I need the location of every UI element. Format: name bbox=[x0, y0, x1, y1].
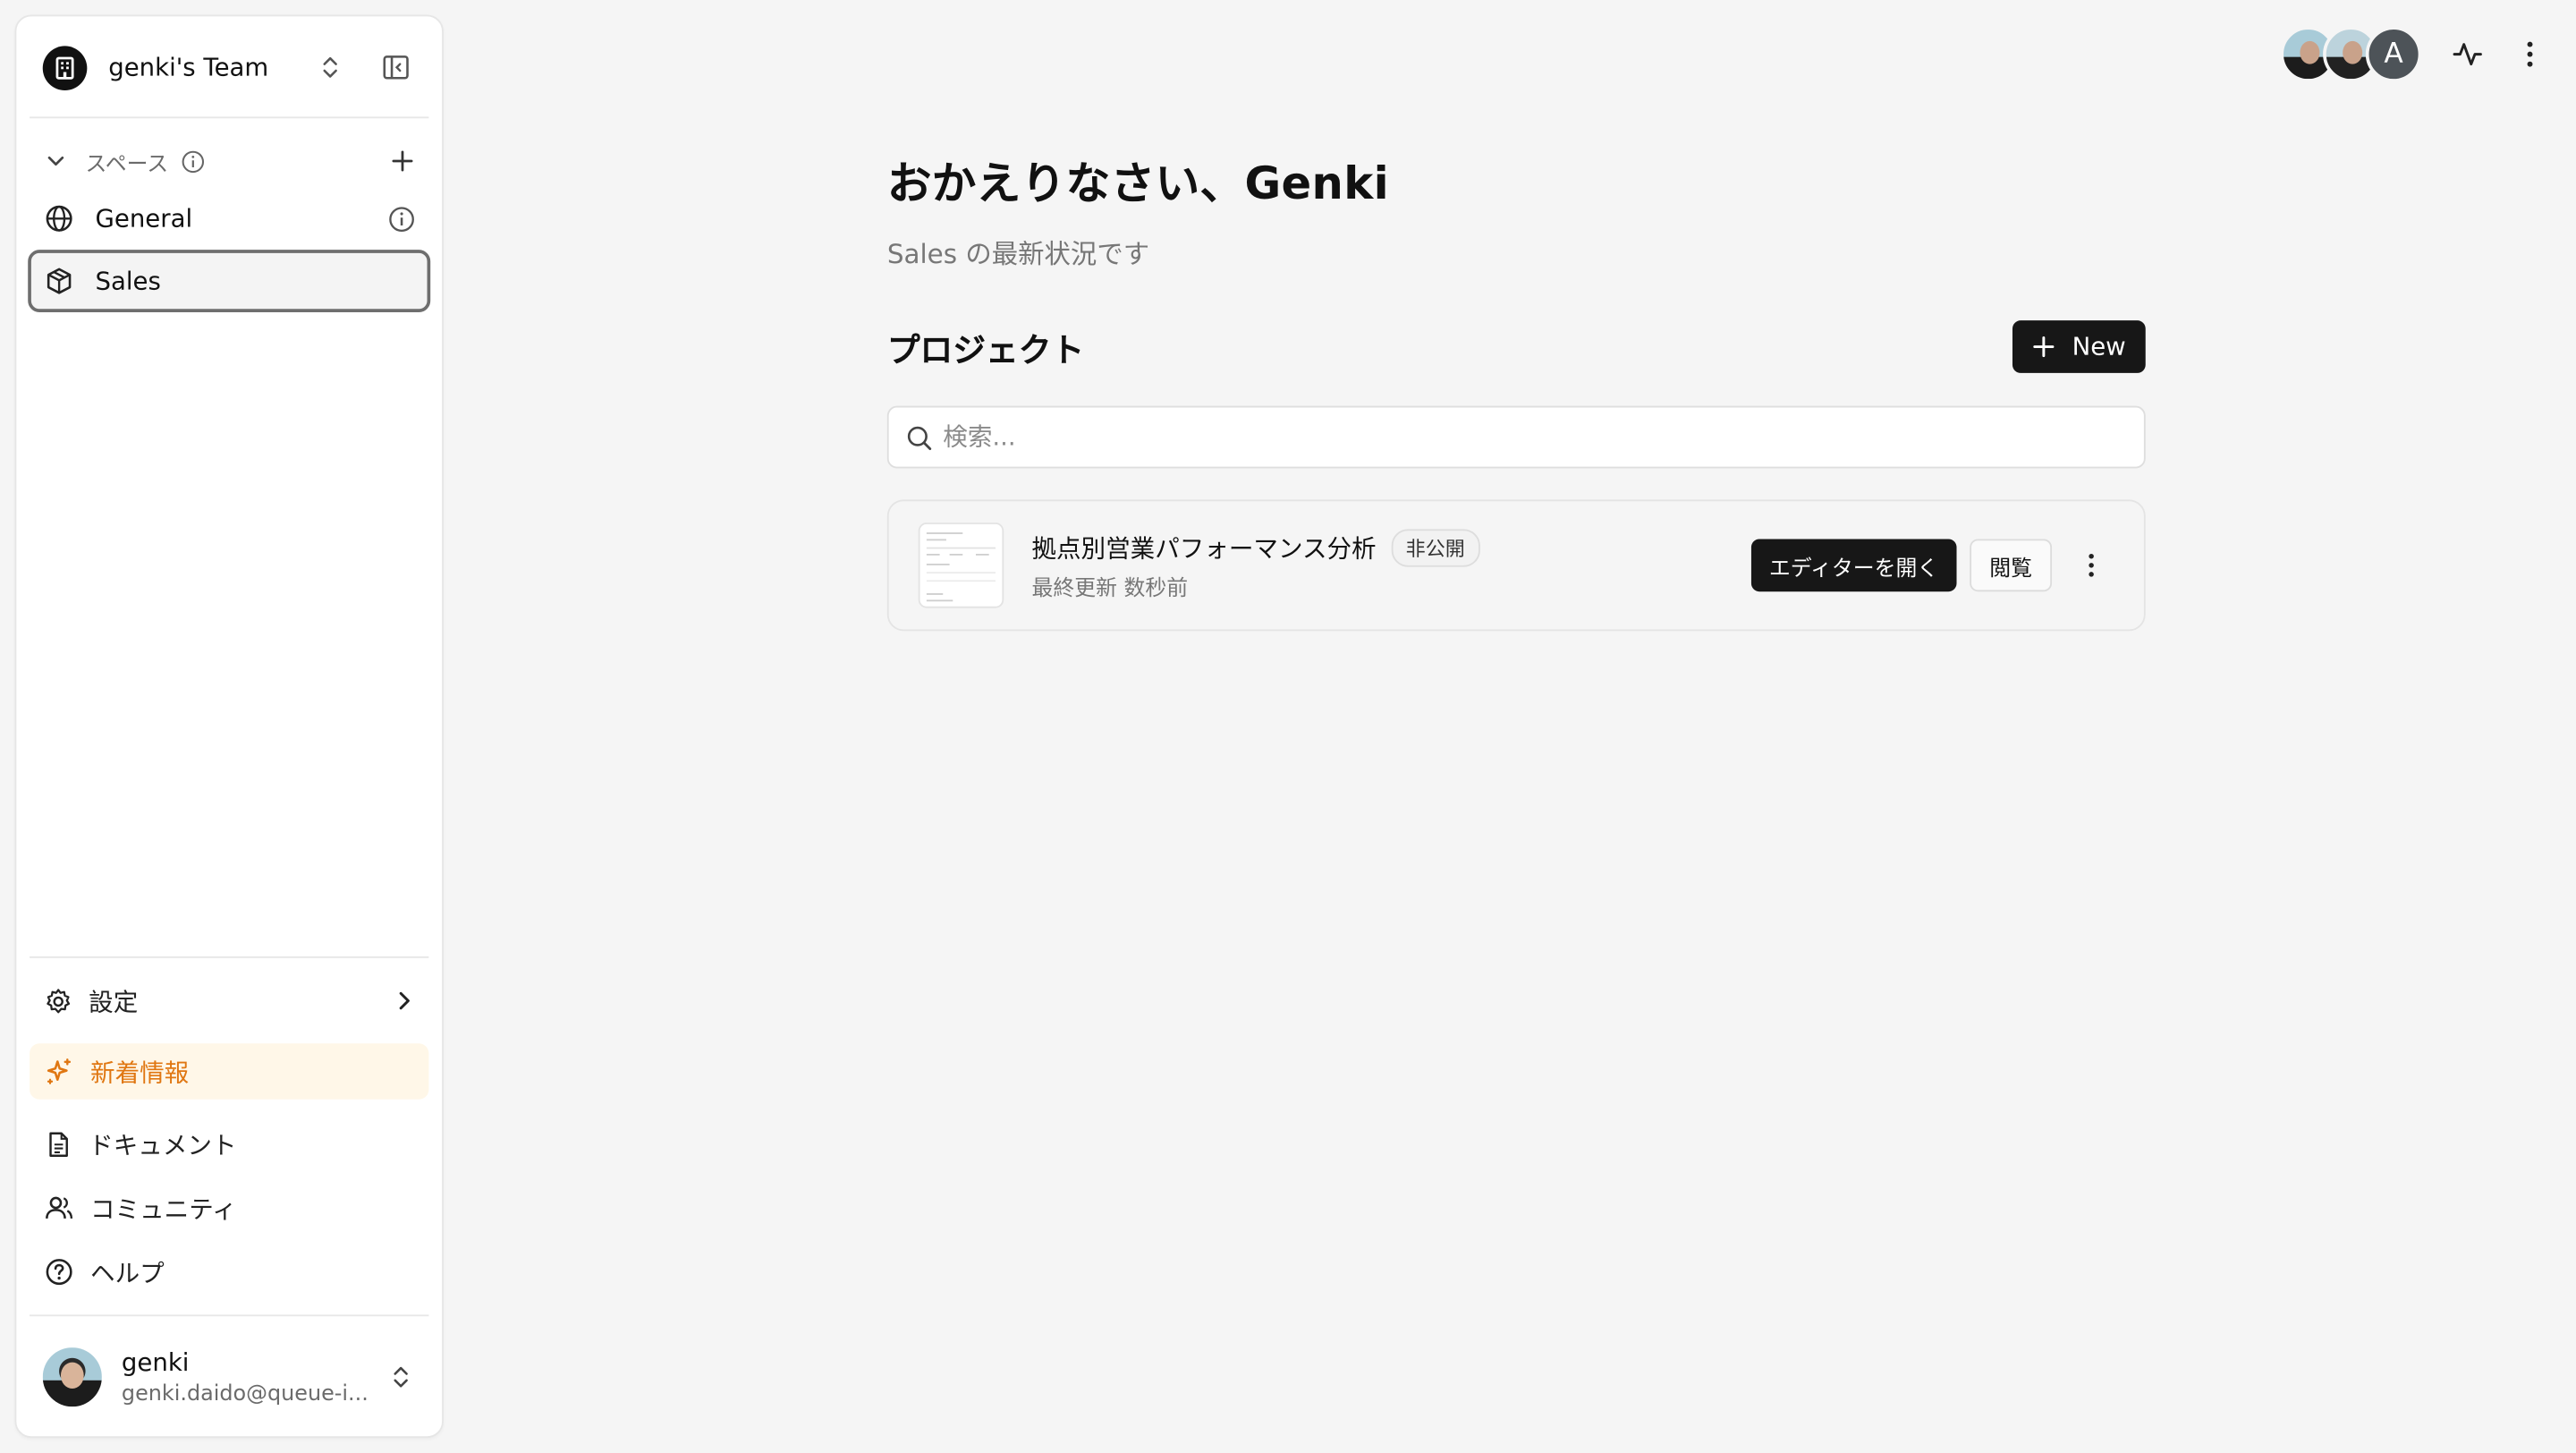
open-editor-button[interactable]: エディターを開く bbox=[1750, 539, 1957, 592]
status-badge: 非公開 bbox=[1391, 529, 1480, 567]
sidebar-item-label: ヘルプ bbox=[90, 1257, 165, 1288]
globe-icon bbox=[45, 204, 74, 234]
user-menu[interactable]: genki genki.daido@queue-i... bbox=[42, 1344, 416, 1409]
search-icon bbox=[905, 423, 933, 451]
sidebar-item-help[interactable]: ヘルプ bbox=[30, 1244, 428, 1299]
sidebar-item-sales[interactable]: Sales bbox=[28, 250, 431, 312]
app-root: genki's Team スペース General Sales 設定 新着情報 … bbox=[0, 0, 2576, 1453]
gear-icon bbox=[45, 987, 72, 1015]
divider bbox=[30, 116, 429, 119]
chevron-down-icon[interactable] bbox=[43, 148, 69, 174]
avatar: A bbox=[2365, 26, 2422, 82]
project-updated: 最終更新 数秒前 bbox=[1031, 576, 1189, 602]
spaces-header: スペース bbox=[43, 143, 416, 179]
collaborator-avatars[interactable]: A bbox=[2280, 26, 2422, 82]
projects-header: プロジェクト New bbox=[887, 320, 2146, 373]
box-icon bbox=[45, 267, 74, 296]
sidebar-item-docs[interactable]: ドキュメント bbox=[30, 1116, 428, 1171]
help-icon bbox=[45, 1257, 74, 1287]
team-switcher[interactable]: genki's Team bbox=[42, 45, 416, 90]
sidebar-item-label: 設定 bbox=[89, 986, 139, 1016]
new-project-label: New bbox=[2072, 332, 2126, 362]
chevrons-updown-icon[interactable] bbox=[310, 47, 350, 87]
sidebar-item-label: コミュニティ bbox=[90, 1194, 237, 1224]
spaces-label: スペース bbox=[85, 151, 169, 177]
search-input[interactable] bbox=[943, 422, 2093, 453]
divider bbox=[30, 1314, 429, 1317]
user-info: genki genki.daido@queue-i... bbox=[122, 1347, 389, 1406]
user-name: genki bbox=[121, 1347, 190, 1378]
topbar: A bbox=[2280, 25, 2553, 84]
plus-icon bbox=[2033, 336, 2056, 359]
more-vertical-icon[interactable] bbox=[2507, 31, 2553, 77]
sidebar-item-label: General bbox=[95, 203, 193, 234]
sidebar-item-community[interactable]: コミュニティ bbox=[30, 1180, 428, 1236]
document-icon bbox=[45, 1130, 72, 1158]
view-button[interactable]: 閲覧 bbox=[1970, 539, 2053, 592]
collapse-sidebar-icon[interactable] bbox=[377, 47, 416, 87]
main-content: おかえりなさい、Genki Sales の最新状況です プロジェクト New 検… bbox=[886, 148, 2146, 632]
new-project-button[interactable]: New bbox=[2012, 320, 2146, 373]
users-icon bbox=[45, 1193, 74, 1222]
team-name: genki's Team bbox=[108, 52, 269, 82]
sidebar-item-label: Sales bbox=[95, 266, 161, 296]
project-thumbnail bbox=[918, 523, 1004, 608]
sidebar-item-label: ドキュメント bbox=[89, 1129, 237, 1160]
avatar bbox=[42, 1347, 102, 1407]
sparkle-icon bbox=[45, 1057, 74, 1086]
info-icon[interactable] bbox=[387, 205, 415, 233]
project-title-row: 拠点別営業パフォーマンス分析 非公開 bbox=[1031, 529, 1750, 567]
divider bbox=[30, 956, 429, 958]
section-title: プロジェクト bbox=[886, 329, 1085, 370]
sidebar-item-general[interactable]: General bbox=[28, 187, 430, 250]
sidebar: genki's Team スペース General Sales 設定 新着情報 … bbox=[14, 14, 444, 1439]
sidebar-item-whats-new[interactable]: 新着情報 bbox=[30, 1043, 429, 1100]
team-logo-icon bbox=[42, 45, 88, 90]
info-icon[interactable] bbox=[182, 149, 207, 174]
project-search[interactable] bbox=[886, 405, 2146, 469]
user-email: genki.daido@queue-i... bbox=[121, 1381, 369, 1407]
more-vertical-icon[interactable] bbox=[2068, 542, 2114, 588]
add-space-icon[interactable] bbox=[389, 148, 415, 174]
sidebar-item-label: 新着情報 bbox=[90, 1057, 190, 1087]
chevrons-updown-icon[interactable] bbox=[389, 1364, 412, 1389]
project-info: 拠点別営業パフォーマンス分析 非公開 最終更新 数秒前 bbox=[1031, 529, 1750, 601]
page-subtitle: Sales の最新状況です bbox=[886, 238, 1150, 270]
project-card[interactable]: 拠点別営業パフォーマンス分析 非公開 最終更新 数秒前 エディターを開く 閲覧 bbox=[886, 499, 2146, 632]
activity-icon[interactable] bbox=[2445, 31, 2490, 77]
project-title[interactable]: 拠点別営業パフォーマンス分析 bbox=[1031, 531, 1376, 565]
sidebar-item-settings[interactable]: 設定 bbox=[30, 973, 428, 1028]
chevron-right-icon bbox=[393, 990, 416, 1013]
page-title: おかえりなさい、Genki bbox=[886, 159, 1389, 211]
